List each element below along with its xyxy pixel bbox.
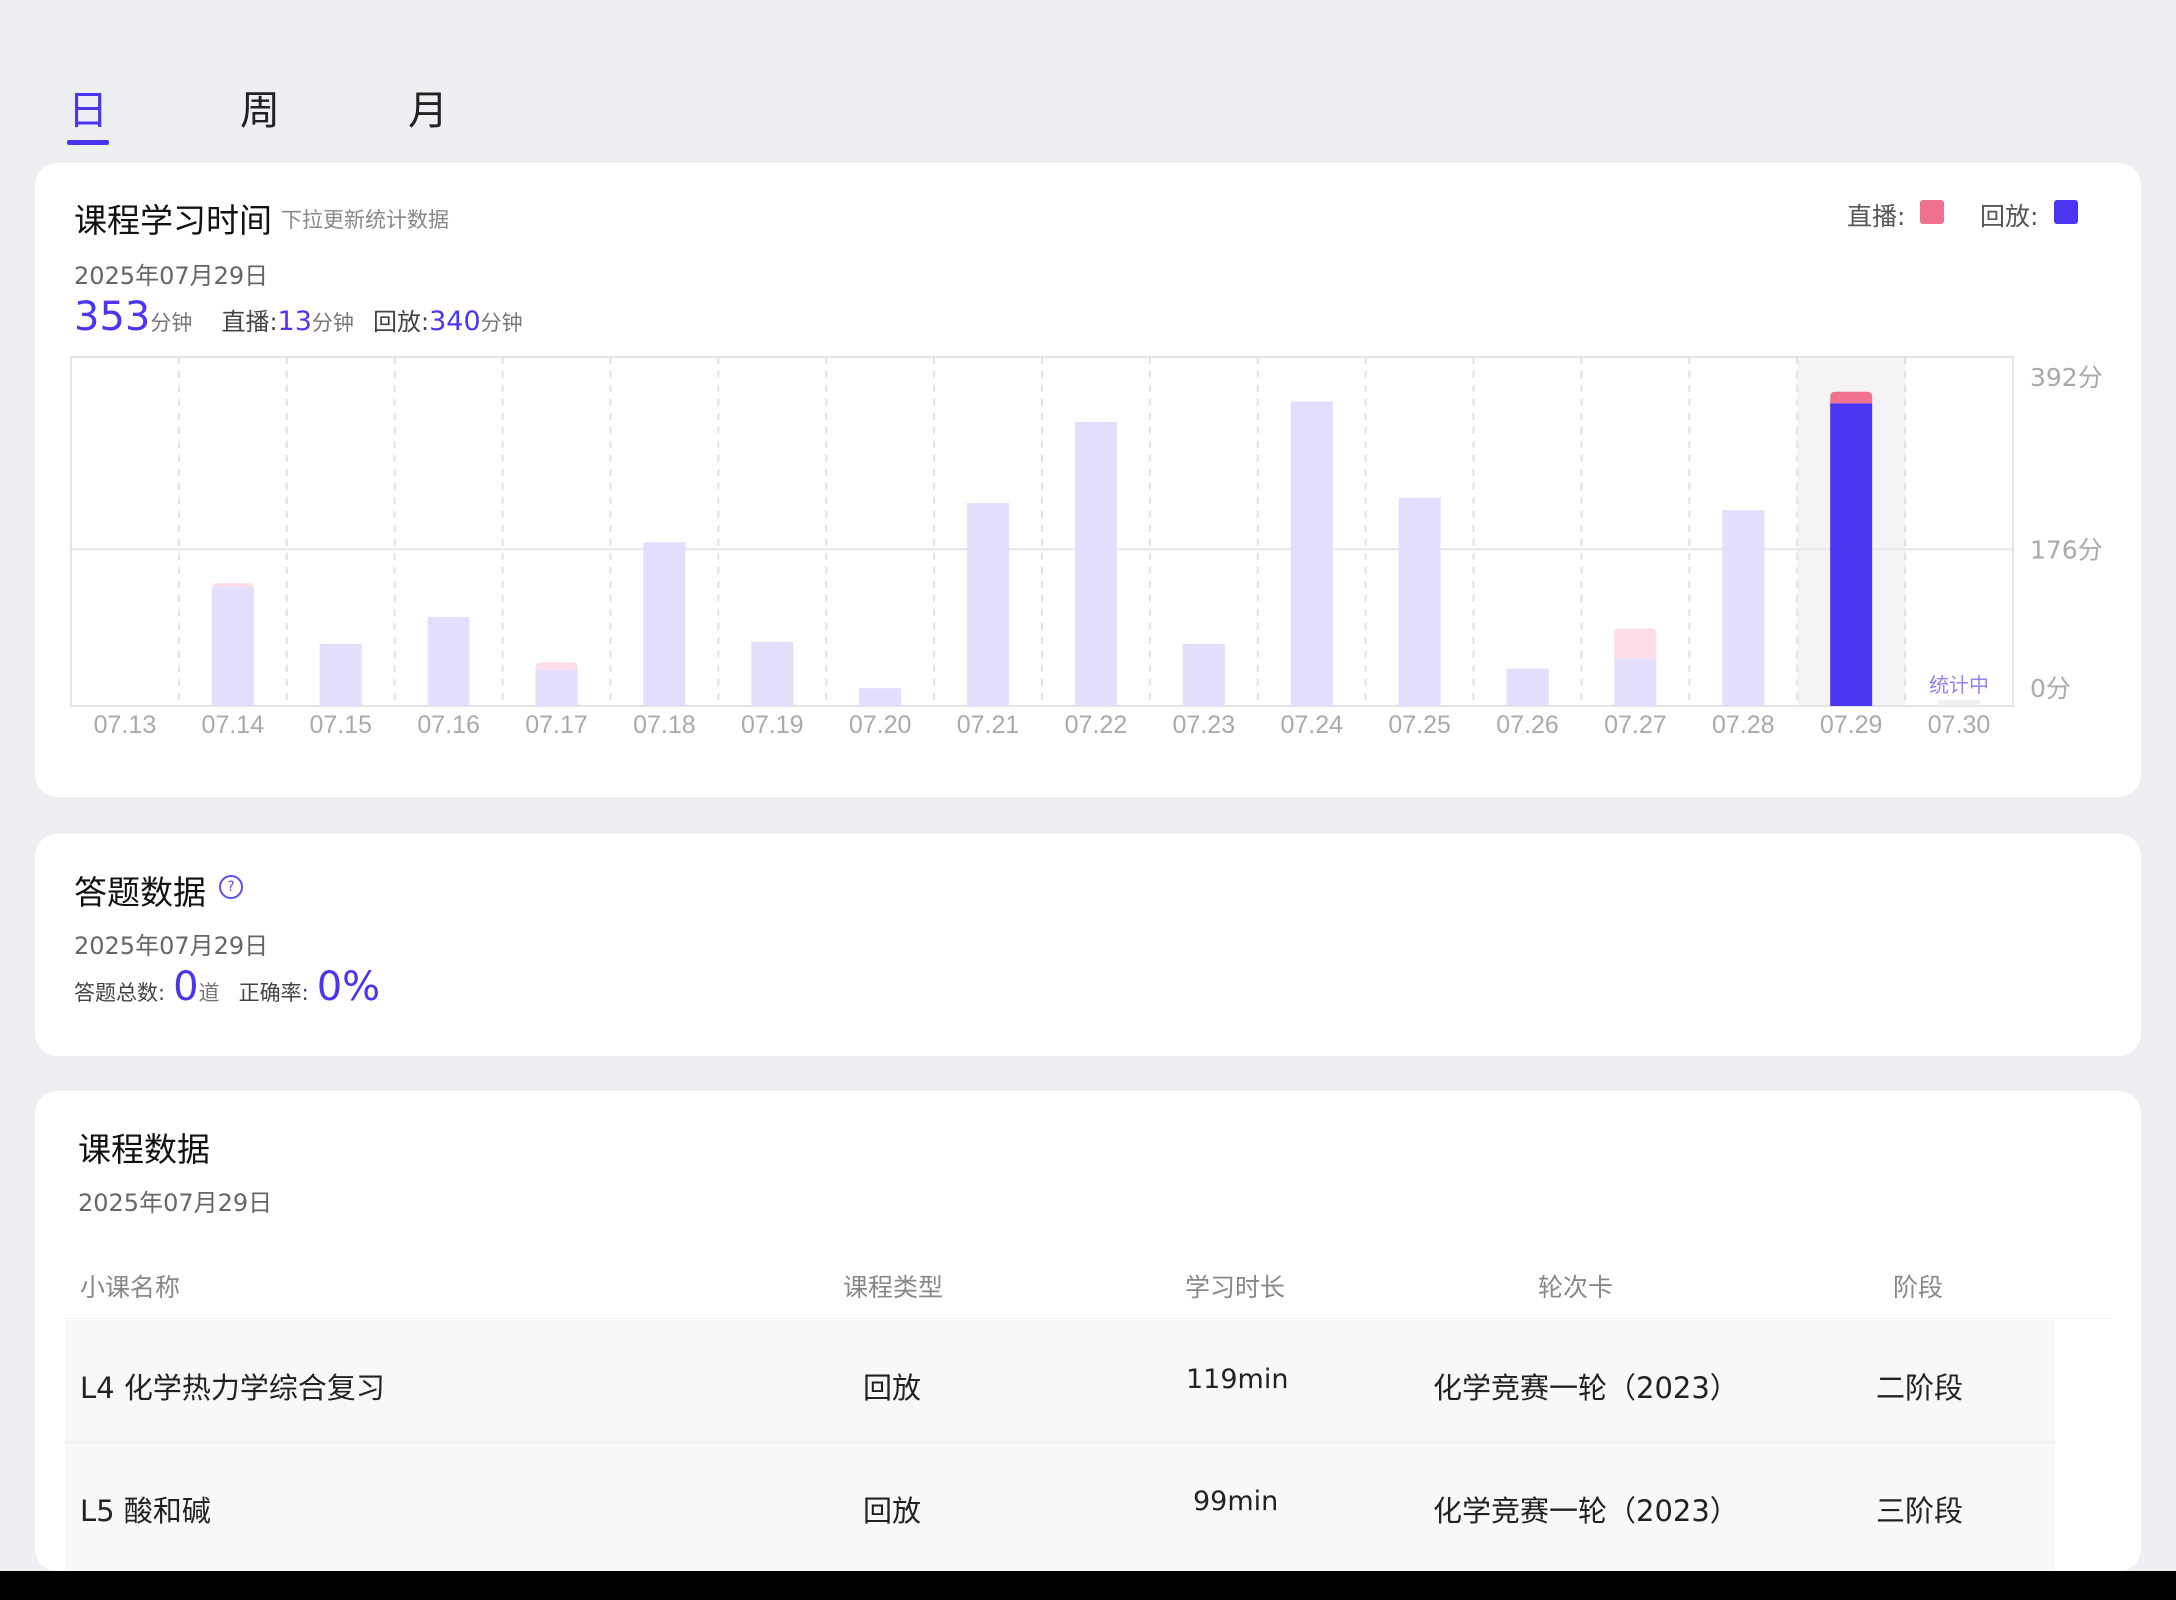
y-tick-label: 176分 — [2030, 535, 2103, 564]
question-circle-icon[interactable]: ? — [219, 875, 243, 899]
answers-card — [35, 834, 2141, 1056]
answers-total-label: 答题总数: — [74, 981, 166, 1005]
answers-total-unit: 道 — [198, 981, 220, 1005]
x-tick-label: 07.16 — [417, 711, 480, 739]
course-name: L5 酸和碱 — [80, 1494, 211, 1528]
x-tick-label: 07.22 — [1065, 711, 1128, 739]
x-tick-label: 07.17 — [525, 711, 588, 739]
x-tick-label: 07.24 — [1280, 711, 1343, 739]
x-tick-label: 07.15 — [309, 711, 372, 739]
bar-replay-07.17 — [535, 669, 578, 706]
bar-replay-07.28 — [1722, 510, 1765, 706]
courses-date: 2025年07月29日 — [78, 1189, 273, 1217]
bar-replay-07.27 — [1614, 658, 1657, 706]
study-time-chart[interactable]: 07.13 07.14 07.15 07.16 07.17 07.18 07.19 07.20… — [0, 0, 2176, 760]
bar-live-07.17 — [535, 662, 578, 670]
column-header-round: 轮次卡 — [1538, 1273, 1614, 1302]
answers-date: 2025年07月29日 — [74, 932, 269, 960]
y-tick-label: 392分 — [2030, 363, 2103, 392]
bar-replay-07.19 — [751, 641, 794, 706]
bar-replay-07.14 — [211, 586, 254, 706]
x-tick-label: 07.25 — [1388, 711, 1451, 739]
bar-replay-07.20 — [859, 688, 902, 706]
bar-replay-07.29 — [1830, 403, 1873, 706]
courses-title: 课程数据 — [78, 1130, 210, 1169]
y-tick-label: 0分 — [2030, 674, 2071, 703]
bar-live-07.27 — [1614, 628, 1657, 659]
x-tick-label: 07.27 — [1604, 711, 1667, 739]
bar-replay-07.16 — [427, 616, 470, 706]
answers-total-value: 0 — [173, 964, 199, 1010]
course-type: 回放 — [863, 1494, 922, 1528]
x-tick-label: 07.30 — [1928, 711, 1991, 739]
table-header-divider — [65, 1318, 2110, 1319]
bar-replay-07.21 — [967, 503, 1010, 706]
course-duration: 119min — [1186, 1364, 1289, 1395]
x-tick-label: 07.28 — [1712, 711, 1775, 739]
column-header-duration: 学习时长 — [1185, 1273, 1286, 1302]
pending-stat-label: 统计中 — [1929, 673, 1989, 697]
course-round: 化学竞赛一轮（2023） — [1433, 1494, 1739, 1528]
bottom-bar — [0, 1571, 2176, 1600]
accuracy-value: 0% — [316, 964, 381, 1010]
column-header-name: 小课名称 — [80, 1273, 181, 1302]
bar-live-07.29 — [1830, 391, 1873, 404]
x-tick-label: 07.20 — [849, 711, 912, 739]
x-tick-label: 07.29 — [1820, 711, 1883, 739]
x-tick-label: 07.14 — [202, 711, 265, 739]
answers-summary: 答题总数: 0道 正确率: 0% — [74, 964, 380, 1010]
x-tick-label: 07.13 — [94, 711, 157, 739]
bar-replay-07.18 — [643, 542, 686, 706]
x-tick-label: 07.18 — [633, 711, 696, 739]
accuracy-label: 正确率: — [238, 981, 309, 1005]
bar-replay-07.15 — [319, 643, 362, 706]
x-tick-label: 07.26 — [1496, 711, 1559, 739]
x-tick-label: 07.19 — [741, 711, 804, 739]
bar-placeholder-07.30 — [1938, 700, 1981, 706]
column-header-stage: 阶段 — [1893, 1273, 1944, 1302]
bar-replay-07.26 — [1506, 668, 1549, 706]
x-tick-label: 07.21 — [957, 711, 1020, 739]
course-stage: 三阶段 — [1876, 1494, 1964, 1528]
table-row[interactable] — [65, 1443, 2055, 1571]
bar-replay-07.23 — [1182, 643, 1225, 706]
bar-replay-07.24 — [1290, 401, 1333, 706]
column-header-type: 课程类型 — [843, 1273, 944, 1302]
course-type: 回放 — [863, 1371, 922, 1405]
course-stage: 二阶段 — [1876, 1371, 1964, 1405]
answers-title: 答题数据 — [74, 873, 206, 912]
bar-replay-07.25 — [1398, 497, 1441, 706]
bar-replay-07.22 — [1074, 421, 1117, 706]
course-name: L4 化学热力学综合复习 — [80, 1371, 385, 1405]
course-duration: 99min — [1193, 1486, 1279, 1517]
x-tick-label: 07.23 — [1173, 711, 1236, 739]
course-round: 化学竞赛一轮（2023） — [1433, 1371, 1739, 1405]
